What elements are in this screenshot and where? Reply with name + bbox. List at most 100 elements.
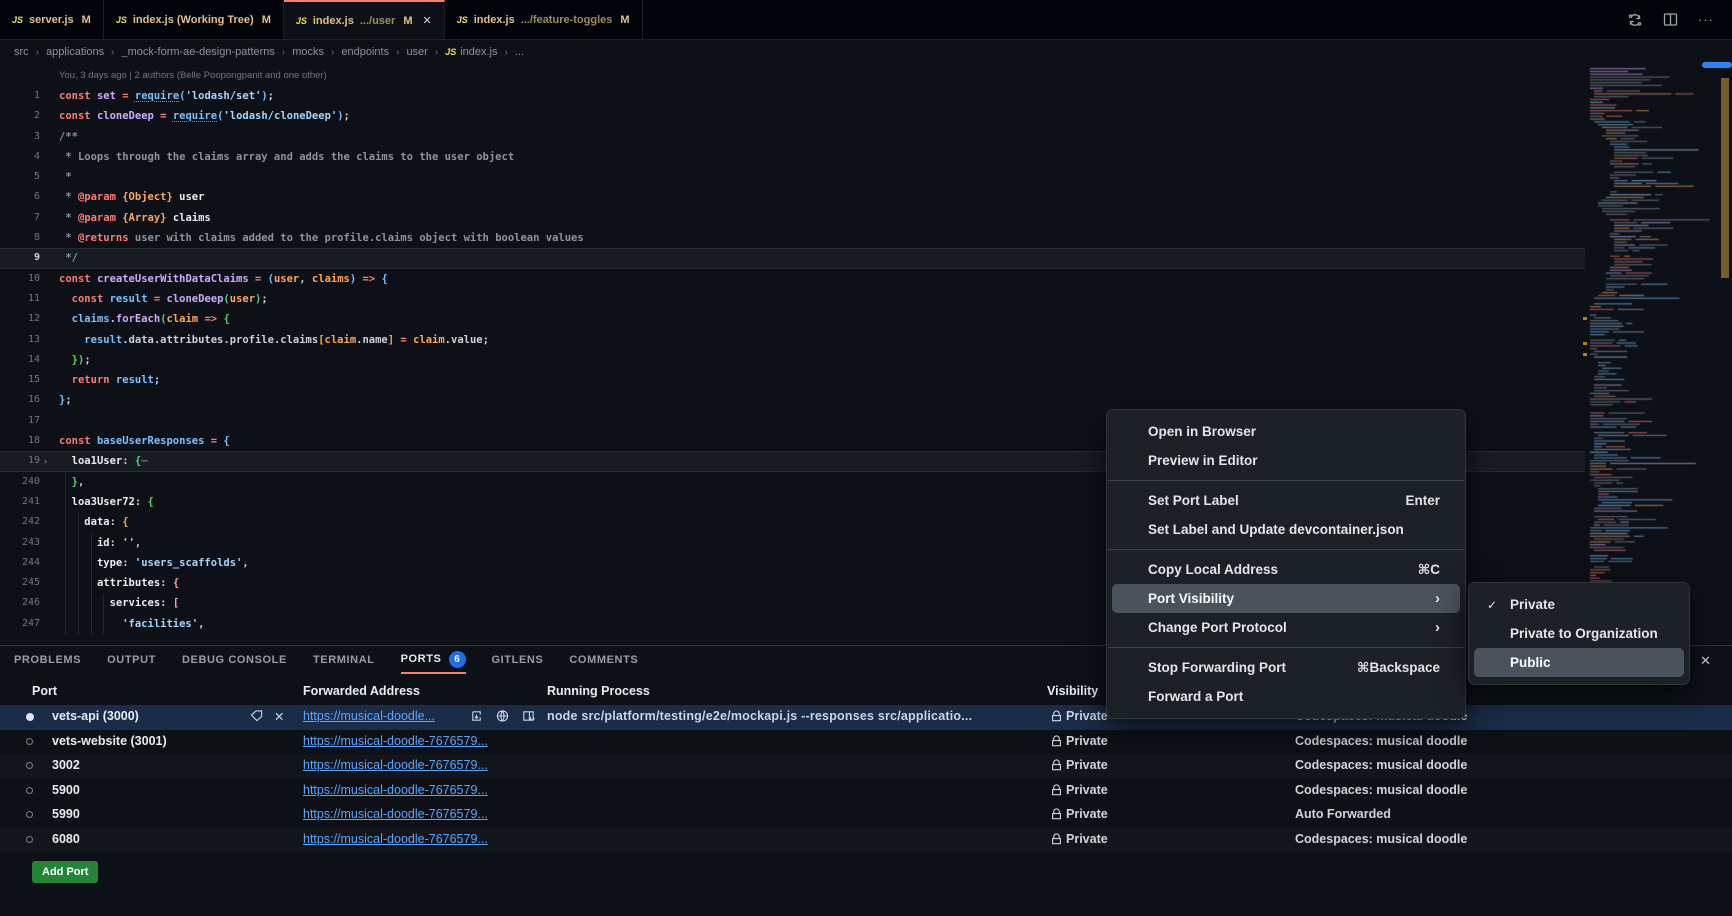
code-line[interactable]: 6 * @param {Object} user <box>0 187 1585 207</box>
tab-server-js[interactable]: JSserver.jsM <box>0 0 104 39</box>
code-line[interactable]: 3/** <box>0 127 1585 147</box>
tag-icon[interactable] <box>250 709 263 726</box>
code-line[interactable]: 10const createUserWithDataClaims = (user… <box>0 269 1585 289</box>
port-status-indicator <box>26 787 33 794</box>
menu-item-open-in-browser[interactable]: Open in Browser <box>1112 417 1460 446</box>
breadcrumb-item[interactable]: src <box>14 46 29 58</box>
open-in-browser-icon[interactable] <box>496 709 509 726</box>
breadcrumb-item[interactable]: _mock-form-ae-design-patterns <box>121 46 274 58</box>
forwarded-address-link[interactable]: https://musical-doodle-7676579... <box>303 807 488 821</box>
port-row[interactable]: 5990https://musical-doodle-7676579...Pri… <box>0 803 1732 828</box>
port-label: 5900 <box>52 783 80 797</box>
port-row[interactable]: vets-website (3001)https://musical-doodl… <box>0 730 1732 755</box>
breadcrumb-item[interactable]: JSindex.js <box>445 46 497 58</box>
close-tab-icon[interactable]: ✕ <box>422 14 431 27</box>
forwarded-address-link[interactable]: https://musical-doodle-7676579... <box>303 734 488 748</box>
submenu-item-private[interactable]: ✓Private <box>1474 590 1684 619</box>
line-number: 244 <box>0 553 40 573</box>
origin-value: Codespaces: musical doodle <box>1295 734 1467 748</box>
forwarded-address-link[interactable]: https://musical-doodle-7676579... <box>303 832 488 846</box>
preview-in-editor-icon[interactable] <box>522 709 535 726</box>
forwarded-address-link[interactable]: https://musical-doodle... <box>303 709 435 723</box>
panel-tab-comments[interactable]: COMMENTS <box>569 646 638 674</box>
close-panel-icon[interactable]: ✕ <box>1700 653 1711 669</box>
panel-tab-output[interactable]: OUTPUT <box>107 646 156 674</box>
forwarded-address-link[interactable]: https://musical-doodle-7676579... <box>303 758 488 772</box>
menu-item-label: Set Port Label <box>1148 493 1239 508</box>
menu-separator <box>1108 647 1464 648</box>
tab-index-js[interactable]: JSindex.js .../feature-togglesM <box>445 0 643 39</box>
code-line[interactable]: 9 */ <box>0 248 1585 268</box>
code-line[interactable]: 12 claims.forEach(claim => { <box>0 309 1585 329</box>
menu-item-set-label-and-update-devcontainer.json[interactable]: Set Label and Update devcontainer.json <box>1112 515 1460 544</box>
editor-actions: ··· <box>1627 0 1732 39</box>
code-line[interactable]: 15 return result; <box>0 370 1585 390</box>
code-line[interactable]: 11 const result = cloneDeep(user); <box>0 289 1585 309</box>
menu-item-copy-local-address[interactable]: Copy Local Address⌘C <box>1112 555 1460 584</box>
column-header: Visibility <box>1047 684 1098 698</box>
menu-item-set-port-label[interactable]: Set Port LabelEnter <box>1112 486 1460 515</box>
js-file-icon: JS <box>445 47 456 57</box>
menu-item-label: Preview in Editor <box>1148 453 1258 468</box>
tab-index-js[interactable]: JSindex.js .../userM✕ <box>284 0 445 39</box>
minimap[interactable] <box>1588 64 1717 588</box>
breadcrumb-item[interactable]: mocks <box>292 46 324 58</box>
code-line[interactable]: 1const set = require('lodash/set'); <box>0 86 1585 106</box>
code-line[interactable]: 5 * <box>0 167 1585 187</box>
tab-label-suffix: .../feature-toggles <box>521 14 613 26</box>
tab-label-suffix: .../user <box>360 15 395 27</box>
vscode-window: JSserver.jsMJSindex.js (Working Tree)MJS… <box>0 0 1732 916</box>
panel-tab-ports[interactable]: PORTS6 <box>401 646 466 674</box>
panel-tab-gitlens[interactable]: GITLENS <box>492 646 544 674</box>
breadcrumb-item[interactable]: endpoints <box>341 46 389 58</box>
code-text: }; <box>59 390 1585 410</box>
stop-forwarding-icon[interactable]: ✕ <box>274 709 284 724</box>
code-line[interactable]: 7 * @param {Array} claims <box>0 208 1585 228</box>
menu-item-port-visibility[interactable]: Port Visibility › <box>1112 584 1460 613</box>
panel-tab-terminal[interactable]: TERMINAL <box>313 646 375 674</box>
breadcrumb-separator: › <box>435 47 438 58</box>
forwarded-address-link[interactable]: https://musical-doodle-7676579... <box>303 783 488 797</box>
breadcrumb-item[interactable]: user <box>406 46 427 58</box>
code-text: const set = require('lodash/set'); <box>59 86 1585 106</box>
more-actions-icon[interactable]: ··· <box>1698 12 1714 27</box>
fold-chevron-icon[interactable]: › <box>44 451 47 471</box>
menu-item-change-port-protocol[interactable]: Change Port Protocol› <box>1112 613 1460 642</box>
code-line[interactable]: 2const cloneDeep = require('lodash/clone… <box>0 106 1585 126</box>
panel-tab-debug-console[interactable]: DEBUG CONSOLE <box>182 646 287 674</box>
tab-index-js-working-tree-[interactable]: JSindex.js (Working Tree)M <box>104 0 284 39</box>
panel-tab-label: DEBUG CONSOLE <box>182 654 287 666</box>
submenu-item-private-to-organization[interactable]: Private to Organization <box>1474 619 1684 648</box>
code-editor[interactable]: You, 3 days ago | 2 authors (Belle Poopo… <box>0 62 1732 645</box>
code-line[interactable]: 16}; <box>0 390 1585 410</box>
breadcrumb-item[interactable]: ... <box>515 46 524 58</box>
menu-item-preview-in-editor[interactable]: Preview in Editor <box>1112 446 1460 475</box>
js-file-icon: JS <box>296 16 307 26</box>
split-editor-icon[interactable] <box>1663 12 1678 27</box>
menu-item-forward-a-port[interactable]: Forward a Port <box>1112 682 1460 711</box>
submenu-item-public[interactable]: Public <box>1474 648 1684 677</box>
panel-tab-problems[interactable]: PROBLEMS <box>14 646 81 674</box>
code-line[interactable]: 4 * Loops through the claims array and a… <box>0 147 1585 167</box>
menu-item-stop-forwarding-port[interactable]: Stop Forwarding Port⌘Backspace <box>1112 653 1460 682</box>
line-number: 241 <box>0 492 40 512</box>
scrollbar-indicator[interactable] <box>1702 62 1732 68</box>
code-line[interactable]: 8 * @returns user with claims added to t… <box>0 228 1585 248</box>
code-line[interactable]: 13 result.data.attributes.profile.claims… <box>0 330 1585 350</box>
open-changes-icon[interactable] <box>1627 12 1643 28</box>
port-row[interactable]: 5900https://musical-doodle-7676579...Pri… <box>0 779 1732 804</box>
menu-item-label: Port Visibility <box>1148 591 1234 606</box>
port-row[interactable]: 6080https://musical-doodle-7676579...Pri… <box>0 828 1732 853</box>
code-line[interactable]: 14 }); <box>0 350 1585 370</box>
menu-item-label: Forward a Port <box>1148 689 1243 704</box>
line-number: 18 <box>0 431 40 451</box>
port-row[interactable]: vets-api (3000)✕https://musical-doodle..… <box>0 705 1732 730</box>
add-port-button[interactable]: Add Port <box>32 861 98 883</box>
panel-tab-label: PORTS <box>401 653 442 665</box>
copy-local-address-icon[interactable] <box>470 709 483 726</box>
port-row[interactable]: 3002https://musical-doodle-7676579...Pri… <box>0 754 1732 779</box>
lock-icon <box>1050 783 1063 800</box>
breadcrumb-item[interactable]: applications <box>46 46 104 58</box>
lock-icon <box>1050 807 1063 824</box>
submenu-arrow-icon: › <box>1405 594 1440 604</box>
